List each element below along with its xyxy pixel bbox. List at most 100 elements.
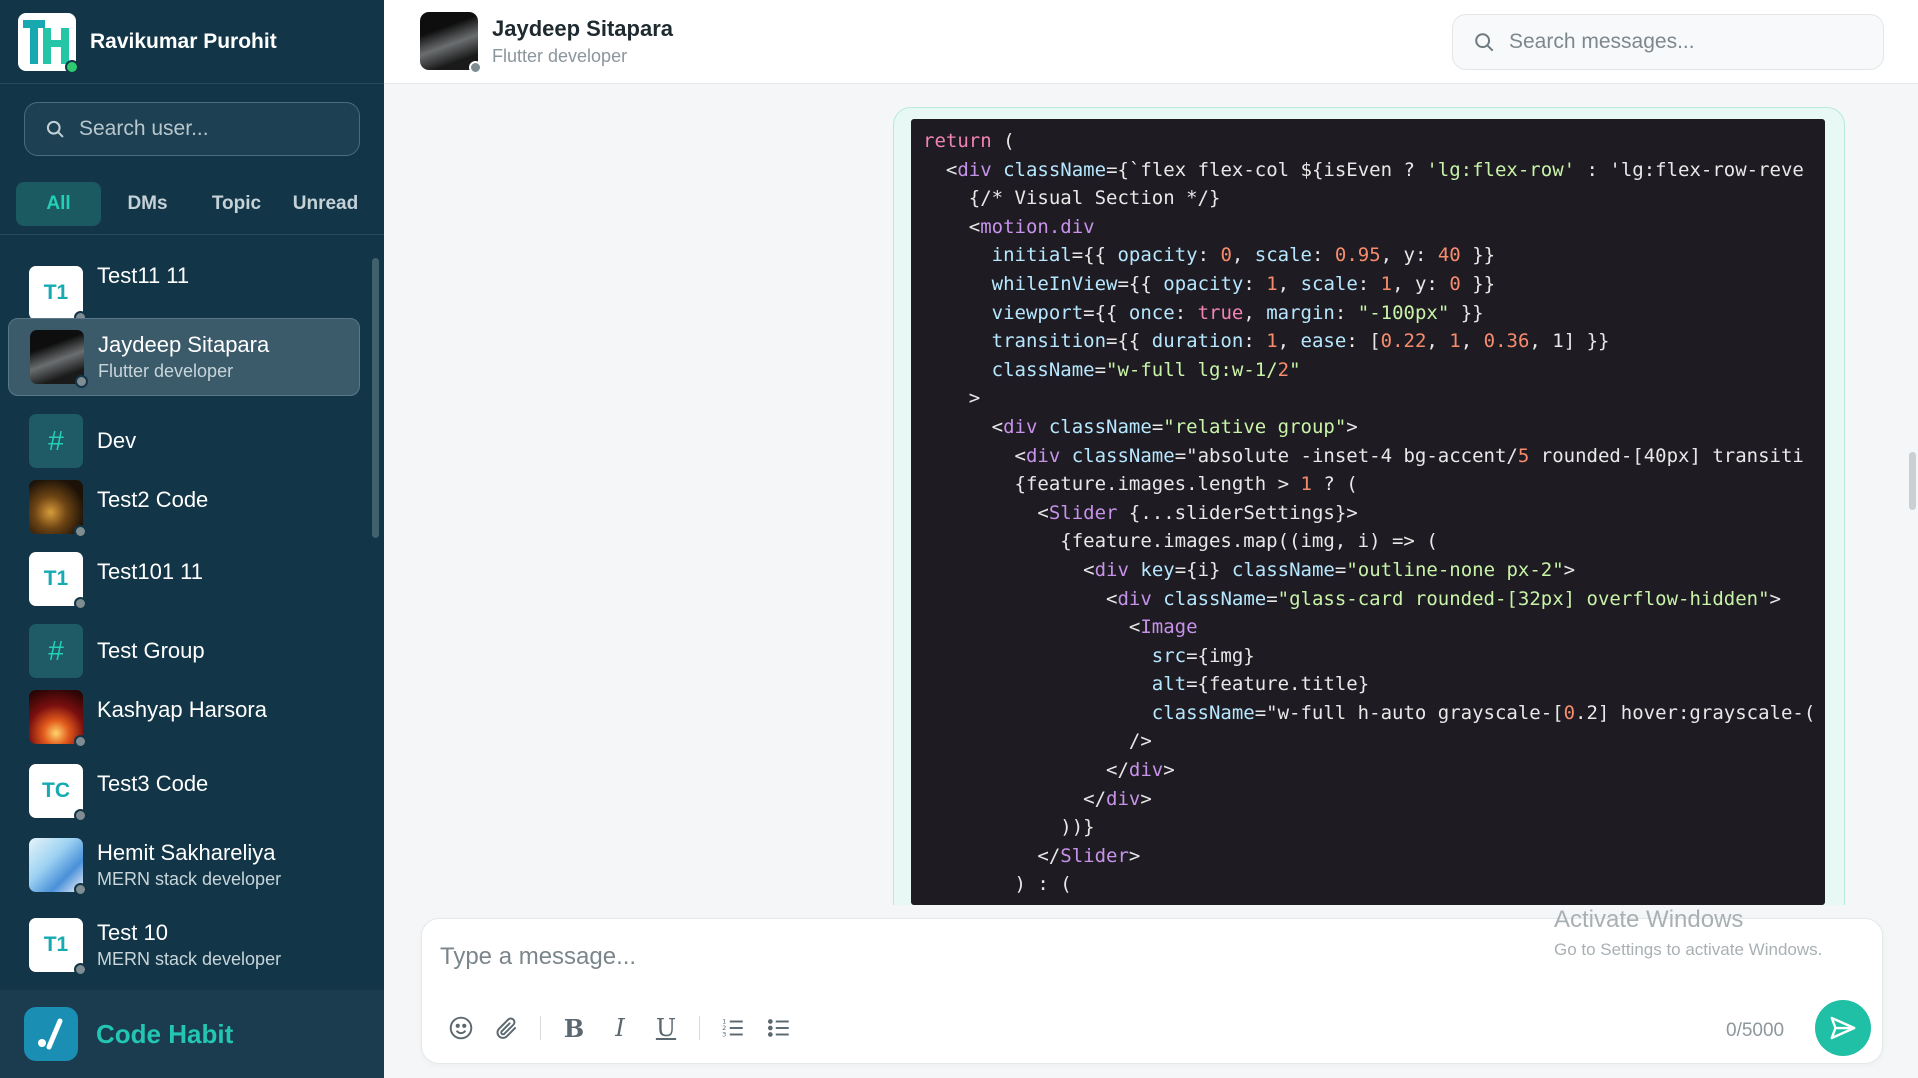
bullet-list-button[interactable] (756, 1005, 802, 1051)
code-line: className="w-full lg:w-1/2" (991, 358, 1301, 381)
contact-avatar[interactable] (420, 12, 482, 74)
conversation-item[interactable]: TC Test3 Code (8, 752, 360, 830)
message-area[interactable]: return ( <div className={`flex flex-col … (384, 85, 1918, 905)
chat-header: Jaydeep Sitapara Flutter developer (384, 0, 1918, 84)
user-search-input[interactable] (79, 117, 349, 141)
contact-subtitle: Flutter developer (492, 46, 628, 66)
paperclip-icon (496, 1017, 517, 1039)
conversation-subtitle: MERN stack developer (97, 869, 282, 889)
conversation-item-active[interactable]: Jaydeep Sitapara Flutter developer (8, 318, 360, 396)
bold-button[interactable]: B (551, 1005, 597, 1051)
underline-button[interactable]: U (643, 1005, 689, 1051)
hash-glyph: # (48, 635, 64, 666)
conversation-title: Kashyap Harsora (97, 697, 267, 722)
conversation-item[interactable]: Hemit Sakhareliya MERN stack developer (8, 826, 360, 904)
send-button[interactable] (1815, 1000, 1871, 1056)
code-line: {feature.images.map((img, i) => ( (923, 530, 1438, 553)
italic-button[interactable]: I (597, 1005, 643, 1051)
message-search-box[interactable] (1452, 14, 1884, 70)
status-indicator (74, 525, 87, 538)
avatar: T1 (29, 266, 87, 324)
conversation-title: Test11 11 (97, 263, 190, 288)
filter-tab-all[interactable]: All (16, 182, 101, 226)
conversation-item[interactable]: T1 Test101 11 (8, 540, 360, 618)
smile-icon (449, 1016, 473, 1040)
status-indicator (74, 883, 87, 896)
conversation-list: T1 Test11 11 Jaydeep Sitapara Flutter dev… (8, 246, 360, 988)
avatar (29, 838, 87, 896)
search-icon (1475, 33, 1494, 52)
code-line: alt={feature.title} (1151, 673, 1370, 696)
user-search-box[interactable] (24, 102, 360, 156)
channel-hash-icon: # (29, 624, 83, 678)
toolbar-divider (540, 1016, 541, 1040)
code-line: <div className="glass-card rounded-[32px… (923, 587, 1781, 610)
conversation-title: Test101 11 (97, 559, 204, 584)
status-indicator (469, 61, 482, 74)
avatar (29, 480, 87, 538)
sidebar-header: Ravikumar Purohit (0, 0, 384, 84)
avatar-initials: T1 (43, 567, 69, 590)
code-block: return ( <div className={`flex flex-col … (911, 119, 1825, 905)
conversation-item[interactable]: T1 Test11 11 (8, 246, 360, 324)
avatar-initials: T1 (43, 933, 69, 956)
code-line: viewport={{ once: true, margin: "-100px"… (991, 301, 1484, 324)
status-indicator (75, 375, 88, 388)
svg-text:3: 3 (722, 1031, 726, 1039)
conversation-item[interactable]: Kashyap Harsora (8, 678, 360, 756)
avatar: T1 (29, 918, 87, 976)
bullet-list-icon (767, 1019, 789, 1037)
code-line: {feature.images.length > 1 ? ( (923, 473, 1358, 496)
windows-activation-watermark: Activate Windows Go to Settings to activ… (1554, 906, 1822, 960)
message-input[interactable] (440, 943, 1540, 983)
conversation-title: Jaydeep Sitapara (98, 332, 270, 357)
current-user-name: Ravikumar Purohit (90, 29, 277, 53)
conversation-item[interactable]: T1 Test 10 MERN stack developer (8, 906, 360, 984)
message-search-input[interactable] (1509, 30, 1879, 54)
message-scrollbar[interactable] (1909, 452, 1916, 510)
contact-name[interactable]: Jaydeep Sitapara (492, 16, 673, 42)
code-line: <motion.div (923, 215, 1095, 238)
code-line: transition={{ duration: 1, ease: [0.22, … (991, 330, 1610, 353)
code-line: ) : ( (923, 873, 1072, 896)
filter-tabs: All DMs Topic Unread (16, 182, 368, 226)
conversation-title: Dev (97, 428, 137, 453)
sidebar-footer: Code Habit (0, 990, 384, 1078)
code-line: initial={{ opacity: 0, scale: 0.95, y: 4… (991, 244, 1496, 267)
conversation-title: Test Group (97, 638, 205, 663)
emoji-button[interactable] (438, 1005, 484, 1051)
status-indicator (74, 963, 87, 976)
filter-tab-topic[interactable]: Topic (194, 182, 279, 226)
code-line: <div key={i} className="outline-none px-… (923, 558, 1576, 581)
filter-tab-dms[interactable]: DMs (105, 182, 190, 226)
conversation-title: Test2 Code (97, 487, 209, 512)
app-logo-icon (18, 12, 79, 74)
brand-logo-icon (24, 1007, 78, 1061)
code-line: </div> (923, 787, 1152, 810)
code-line: return ( (923, 130, 1015, 152)
conversation-title: Hemit Sakhareliya (97, 840, 276, 865)
filter-tab-unread[interactable]: Unread (283, 182, 368, 226)
conversation-title: Test 10 (97, 920, 168, 945)
code-line: src={img} (1151, 644, 1255, 667)
sidebar-divider (0, 234, 384, 235)
watermark-title: Activate Windows (1554, 906, 1744, 933)
sidebar-scrollbar[interactable] (372, 258, 379, 538)
status-indicator (74, 809, 87, 822)
code-content: return ( <div className={`flex flex-col … (923, 127, 1825, 905)
code-line: <div className="glass-card rounded-[32px… (923, 902, 1712, 905)
attach-button[interactable] (484, 1005, 530, 1051)
code-line: className="w-full h-auto grayscale-[0.2]… (1151, 701, 1816, 724)
sidebar: Ravikumar Purohit All DMs Topic Unread T… (0, 0, 384, 1078)
avatar: T1 (29, 552, 87, 610)
code-line: <Image (923, 616, 1198, 639)
avatar-initials: T1 (43, 281, 69, 304)
conversation-subtitle: MERN stack developer (97, 949, 282, 969)
code-line: <div className="absolute -inset-4 bg-acc… (923, 444, 1804, 467)
brand-name[interactable]: Code Habit (96, 1019, 233, 1050)
conversation-item[interactable]: Test2 Code (8, 468, 360, 546)
ordered-list-icon: 123 (722, 1018, 743, 1039)
code-line: </div> (923, 759, 1175, 782)
code-line: </Slider> (923, 844, 1141, 867)
ordered-list-button[interactable]: 123 (710, 1005, 756, 1051)
